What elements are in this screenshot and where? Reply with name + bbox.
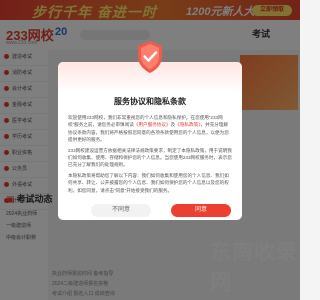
dialog-paragraph: 本隐私政策将帮助您了解以下内容：我们如何收集和使用您的个人信息、我们如何共享、转… <box>68 172 229 193</box>
privacy-dialog: 服务协议和隐私条款 欢迎使用233网校，我们非常重视您的个人信息和隐私保护。在您… <box>58 62 242 220</box>
privacy-policy-link[interactable]: 《隐私政策》 <box>175 122 200 127</box>
dialog-paragraph: 233网校建设运营方依据相关法律法规政策要求，制定了本隐私政策，用于说明我们如何… <box>68 147 232 168</box>
agree-button[interactable]: 同意 <box>171 204 231 217</box>
service-agreement-link[interactable]: 《用户服务协议》 <box>134 122 171 127</box>
dialog-title: 服务协议和隐私条款 <box>114 97 186 106</box>
dialog-body: 欢迎使用233网校，我们非常重视您的个人信息和隐私保护。在您使用“233网校”服… <box>68 114 232 197</box>
dialog-paragraph: 欢迎使用233网校，我们非常重视您的个人信息和隐私保护。在您使用“233网校”服… <box>68 114 232 144</box>
decline-button[interactable]: 不同意 <box>91 204 151 217</box>
shield-check-icon <box>138 41 162 73</box>
